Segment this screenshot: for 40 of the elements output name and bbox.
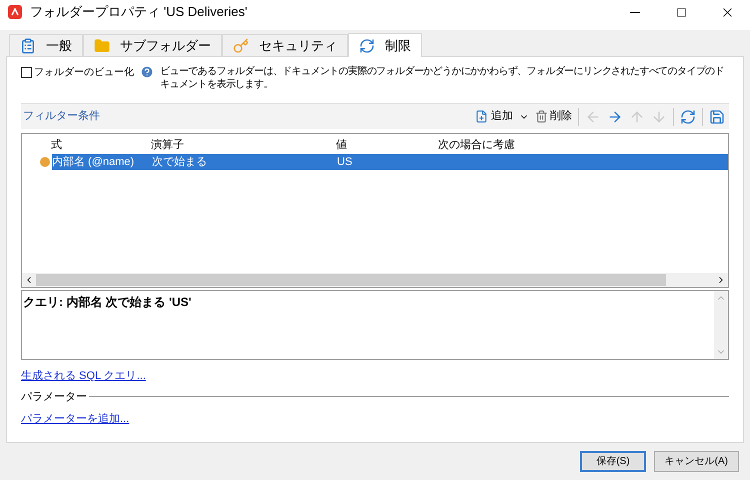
tab[interactable]: 一般 [9,34,83,56]
tab[interactable]: 制限 [348,33,422,57]
save-button[interactable]: 保存(S) [580,451,646,472]
table-row[interactable]: 内部名 (@name) 次で始まる US [38,154,728,170]
tab[interactable]: サブフォルダー [83,34,222,56]
sql-query-link[interactable]: 生成される SQL クエリ... [21,370,146,382]
checkbox-label: フォルダーのビュー化 [34,66,134,80]
down-arrow-icon[interactable] [651,108,667,124]
trash-icon [535,110,548,123]
view-checkbox[interactable] [21,67,32,78]
vertical-scrollbar[interactable] [714,291,728,359]
column-header: 演算子 [151,138,184,151]
save-icon[interactable] [709,108,725,124]
tab[interactable]: セキュリティ [222,34,348,56]
help-icon [140,65,154,79]
add-parameter-link[interactable]: パラメーターを追加... [21,413,130,425]
add-document-icon [475,110,488,123]
circular-arrows-icon[interactable] [680,108,696,124]
table-cell: US [337,156,352,168]
parameters-heading: パラメーター [21,390,87,404]
column-header: 次の場合に考慮 [438,138,515,151]
column-header: 式 [51,138,62,151]
add-button[interactable]: 追加 [475,108,513,125]
maximize-icon [676,6,686,18]
app-logo-icon [8,5,22,19]
column-header: 値 [336,138,347,151]
horizontal-scrollbar[interactable] [22,273,728,287]
circular-arrows-icon [359,38,375,54]
clipboard-icon [20,38,36,54]
query-text: クエリ: 内部名 次で始まる 'US' [22,294,192,311]
filter-title: フィルター条件 [23,109,100,124]
table-cell: 内部名 (@name) [52,156,134,168]
table-cell: 次で始まる [152,156,207,168]
description-text: ビューであるフォルダーは、ドキュメントの実際のフォルダーかどうかにかかわらず、フォルダーにリンクされたすべてのタイプのドキュメントを表示します。 [160,65,726,91]
up-arrow-icon[interactable] [629,108,645,124]
folder-icon [94,38,110,54]
window-title: フォルダープロパティ 'US Deliveries' [30,3,248,22]
delete-button[interactable]: 削除 [535,108,572,125]
key-icon [233,38,249,54]
cancel-button[interactable]: キャンセル(A) [654,451,739,472]
